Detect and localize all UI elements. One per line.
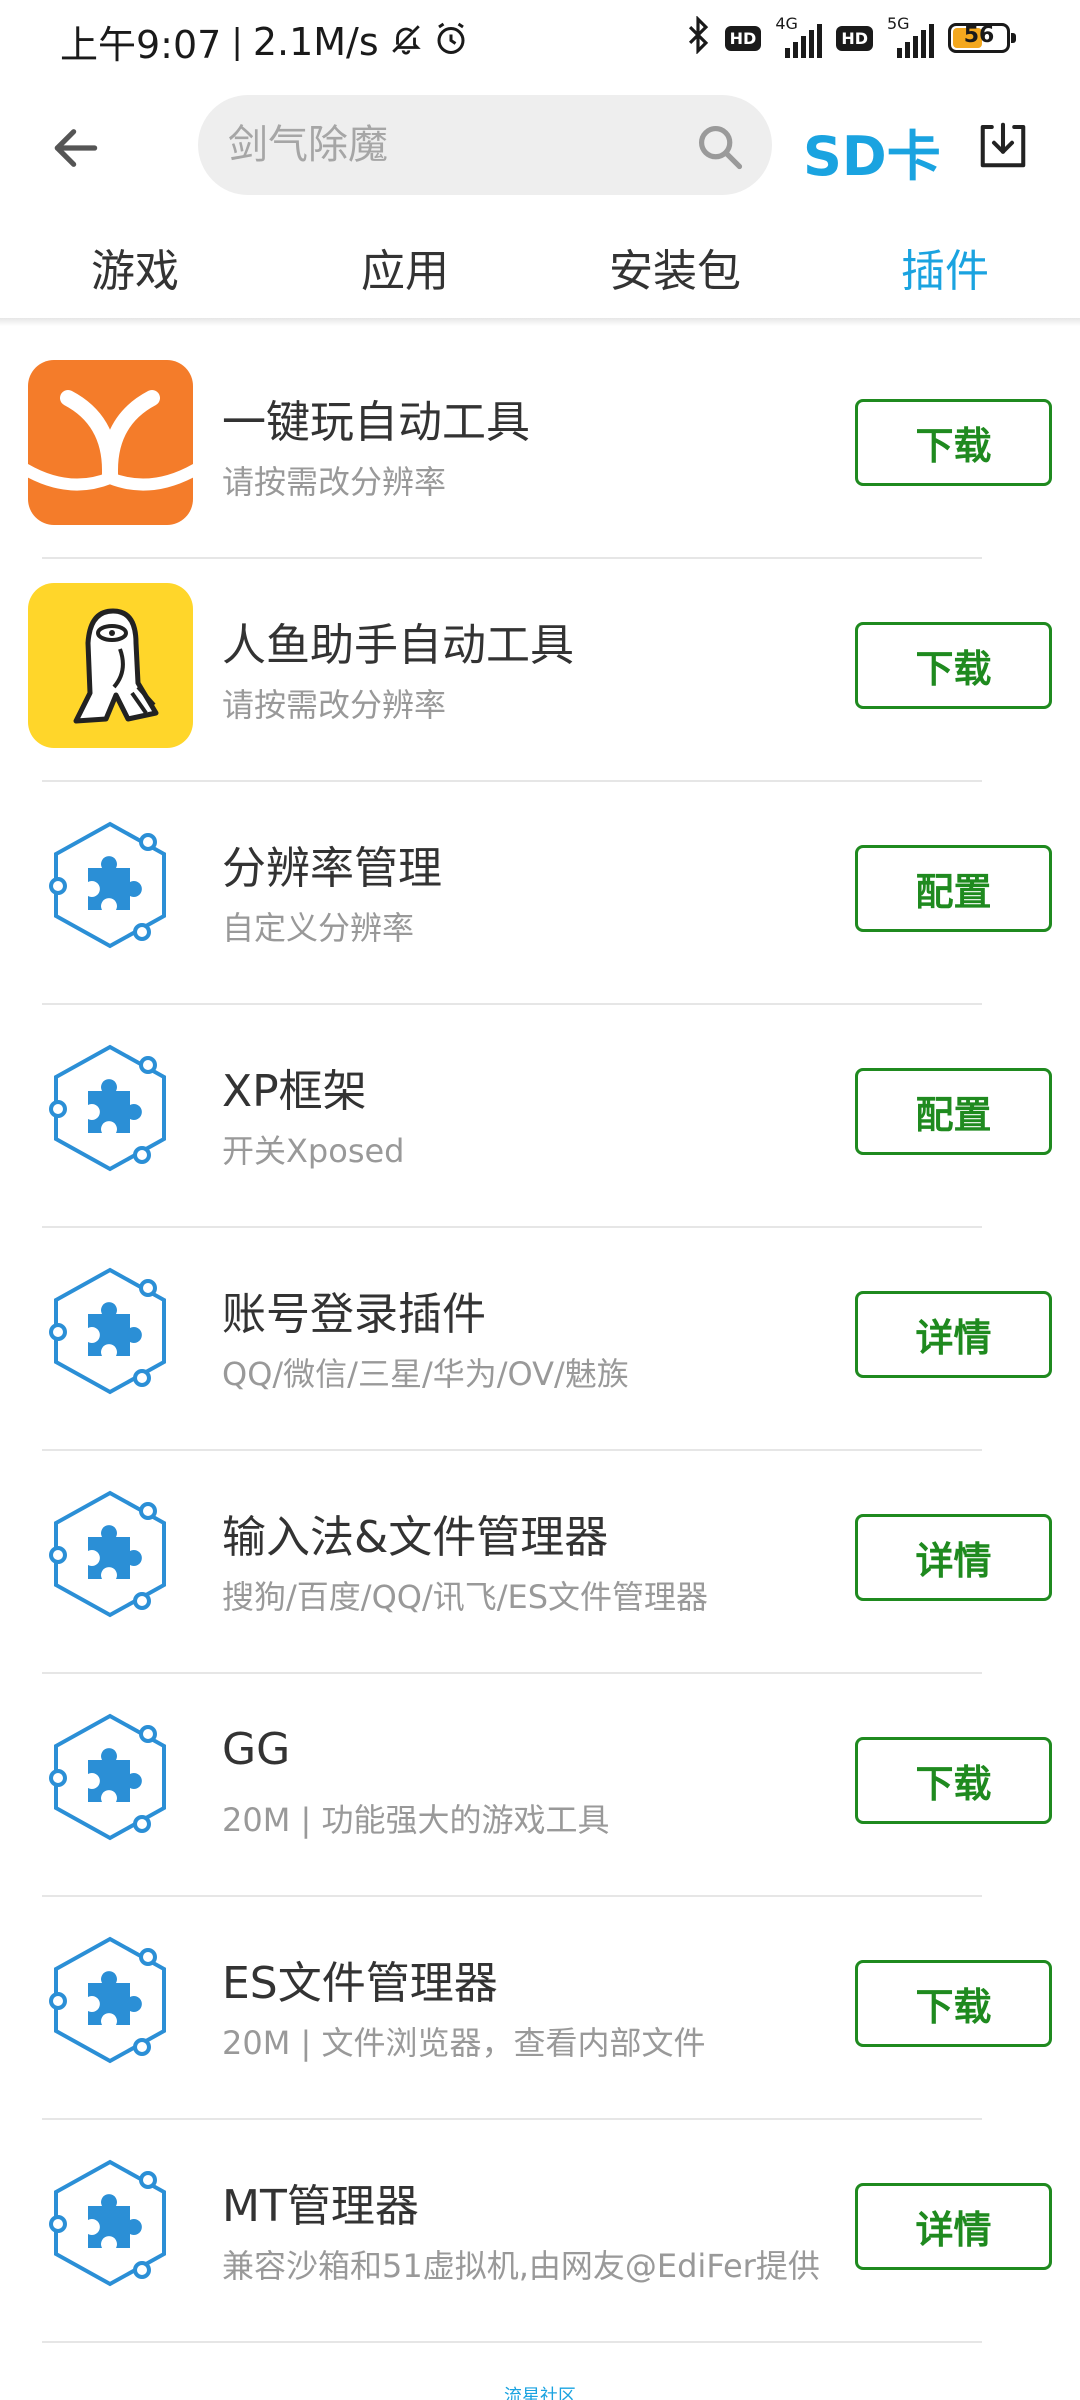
search-bar[interactable]	[198, 95, 772, 195]
battery-tip	[1011, 33, 1016, 43]
item-subtitle: QQ/微信/三星/华为/OV/魅族	[222, 1355, 629, 1393]
action-button[interactable]: 详情	[855, 2183, 1052, 2270]
status-time: 上午9:07	[60, 23, 222, 67]
list-item[interactable]: 分辨率管理自定义分辨率 配置	[0, 782, 1080, 1005]
list-item[interactable]: GG 20M | 功能强大的游戏工具 下载	[0, 1674, 1080, 1897]
sim2-network-type: 5G	[887, 14, 910, 33]
tab-2[interactable]: 安装包	[540, 230, 810, 322]
status-left: 上午9:07 | 2.1M/s	[60, 14, 469, 69]
action-button[interactable]: 下载	[855, 622, 1052, 709]
item-title: ES文件管理器	[222, 1958, 498, 2009]
sd-card-button[interactable]: SD卡	[803, 112, 941, 191]
bell-off-icon	[389, 22, 423, 62]
item-title: XP框架	[222, 1066, 367, 1117]
item-title: MT管理器	[222, 2181, 419, 2232]
download-manager-icon[interactable]	[976, 118, 1030, 172]
tab-0[interactable]: 游戏	[0, 230, 270, 322]
sim2-signal: 5G	[887, 14, 934, 58]
status-right: HD 4G HD 5G 56	[685, 14, 1016, 60]
renyu-mascot-icon	[28, 583, 193, 748]
sim1-network-type: 4G	[775, 14, 798, 33]
item-title: 账号登录插件	[222, 1289, 486, 1340]
item-subtitle: 兼容沙箱和51虚拟机,由网友@EdiFer提供	[222, 2247, 820, 2285]
puzzle-plugin-icon	[28, 1252, 193, 1417]
footer-label: 流星社区	[504, 2386, 576, 2400]
hd-badge-sim1: HD	[724, 25, 762, 51]
list-item[interactable]: 人鱼助手自动工具请按需改分辨率 下载	[0, 559, 1080, 782]
item-subtitle: 20M | 文件浏览器，查看内部文件	[222, 2024, 706, 2062]
item-subtitle: 开关Xposed	[222, 1132, 405, 1170]
plugin-list: 一键玩自动工具 请按需改分辨率 下载 人鱼助手自动工具 请按需改分辨率 下载 分辨率管理 自定…	[0, 336, 1080, 2343]
action-button[interactable]: 详情	[855, 1291, 1052, 1378]
search-icon[interactable]	[694, 121, 746, 173]
status-net-speed: 2.1M/s	[252, 19, 379, 64]
list-item[interactable]: XP框架开关Xposed 配置	[0, 1005, 1080, 1228]
arrow-left-icon	[54, 129, 98, 167]
puzzle-plugin-icon	[28, 806, 193, 971]
status-bar: 上午9:07 | 2.1M/s HD 4G HD 5G 56	[0, 0, 1080, 82]
yijianwan-logo-icon	[28, 360, 193, 525]
tab-3[interactable]: 插件	[810, 230, 1080, 322]
puzzle-plugin-icon	[28, 1475, 193, 1640]
list-item[interactable]: ES文件管理器 20M | 文件浏览器，查看内部文件 下载	[0, 1897, 1080, 2120]
puzzle-plugin-icon	[28, 2144, 193, 2309]
search-input[interactable]	[228, 117, 668, 173]
item-title: 输入法&文件管理器	[222, 1512, 609, 1563]
action-button[interactable]: 配置	[855, 1068, 1052, 1155]
category-tabs: 游戏 应用 安装包 插件	[0, 230, 1080, 322]
puzzle-plugin-icon	[28, 1029, 193, 1194]
action-button[interactable]: 详情	[855, 1514, 1052, 1601]
sim1-signal: 4G	[775, 14, 823, 58]
list-item[interactable]: 一键玩自动工具请按需改分辨率 下载	[0, 336, 1080, 559]
divider	[42, 2341, 982, 2343]
action-button[interactable]: 配置	[855, 845, 1052, 932]
battery-level: 56	[963, 23, 995, 48]
battery-icon: 56	[948, 23, 1016, 53]
puzzle-plugin-icon	[28, 1921, 193, 2086]
back-button[interactable]	[40, 112, 112, 184]
hd-badge-sim2: HD	[836, 25, 873, 51]
item-subtitle: 请按需改分辨率	[222, 463, 447, 501]
item-subtitle: 20M | 功能强大的游戏工具	[222, 1801, 610, 1839]
bluetooth-icon	[685, 15, 711, 60]
tab-1[interactable]: 应用	[270, 230, 540, 322]
item-subtitle: 请按需改分辨率	[222, 686, 447, 724]
item-title: 人鱼助手自动工具	[222, 620, 574, 671]
item-title: GG	[222, 1724, 291, 1775]
list-item[interactable]: MT管理器兼容沙箱和51虚拟机,由网友@EdiFer提供 详情	[0, 2120, 1080, 2343]
tabs-divider	[0, 318, 1080, 326]
item-title: 一键玩自动工具	[222, 397, 530, 448]
list-item[interactable]: 输入法&文件管理器搜狗/百度/QQ/讯飞/ES文件管理器 详情	[0, 1451, 1080, 1674]
action-button[interactable]: 下载	[855, 1737, 1052, 1824]
puzzle-plugin-icon	[28, 1698, 193, 1863]
item-subtitle: 自定义分辨率	[222, 909, 415, 947]
top-bar: SD卡	[0, 90, 1080, 202]
item-subtitle: 搜狗/百度/QQ/讯飞/ES文件管理器	[222, 1578, 709, 1616]
action-button[interactable]: 下载	[855, 399, 1052, 486]
action-button[interactable]: 下载	[855, 1960, 1052, 2047]
list-item[interactable]: 账号登录插件 QQ/微信/三星/华为/OV/魅族 详情	[0, 1228, 1080, 1451]
alarm-icon	[433, 21, 469, 63]
item-title: 分辨率管理	[222, 843, 442, 894]
status-separator: |	[231, 21, 243, 62]
